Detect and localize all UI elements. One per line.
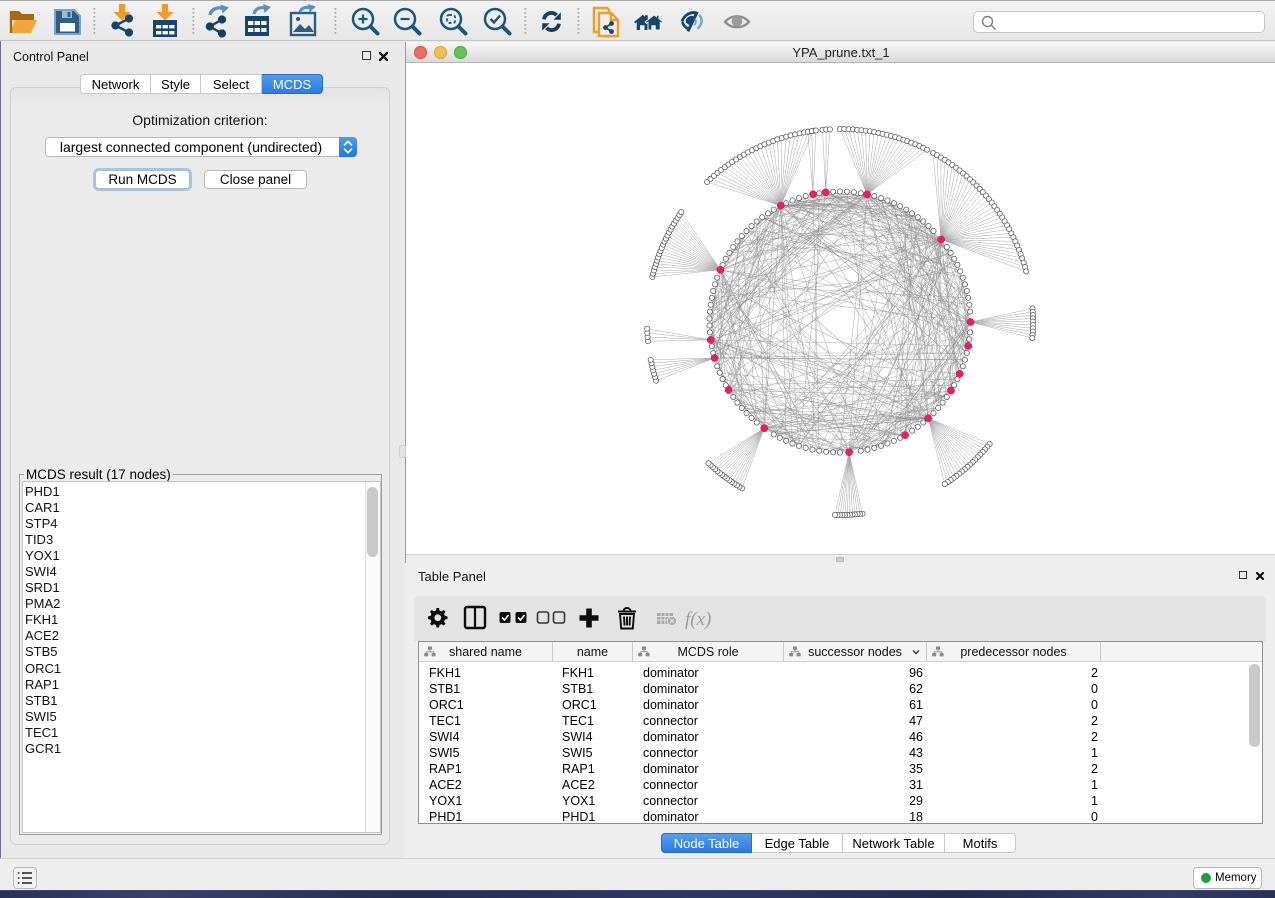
- svg-text:f(x): f(x): [685, 609, 711, 630]
